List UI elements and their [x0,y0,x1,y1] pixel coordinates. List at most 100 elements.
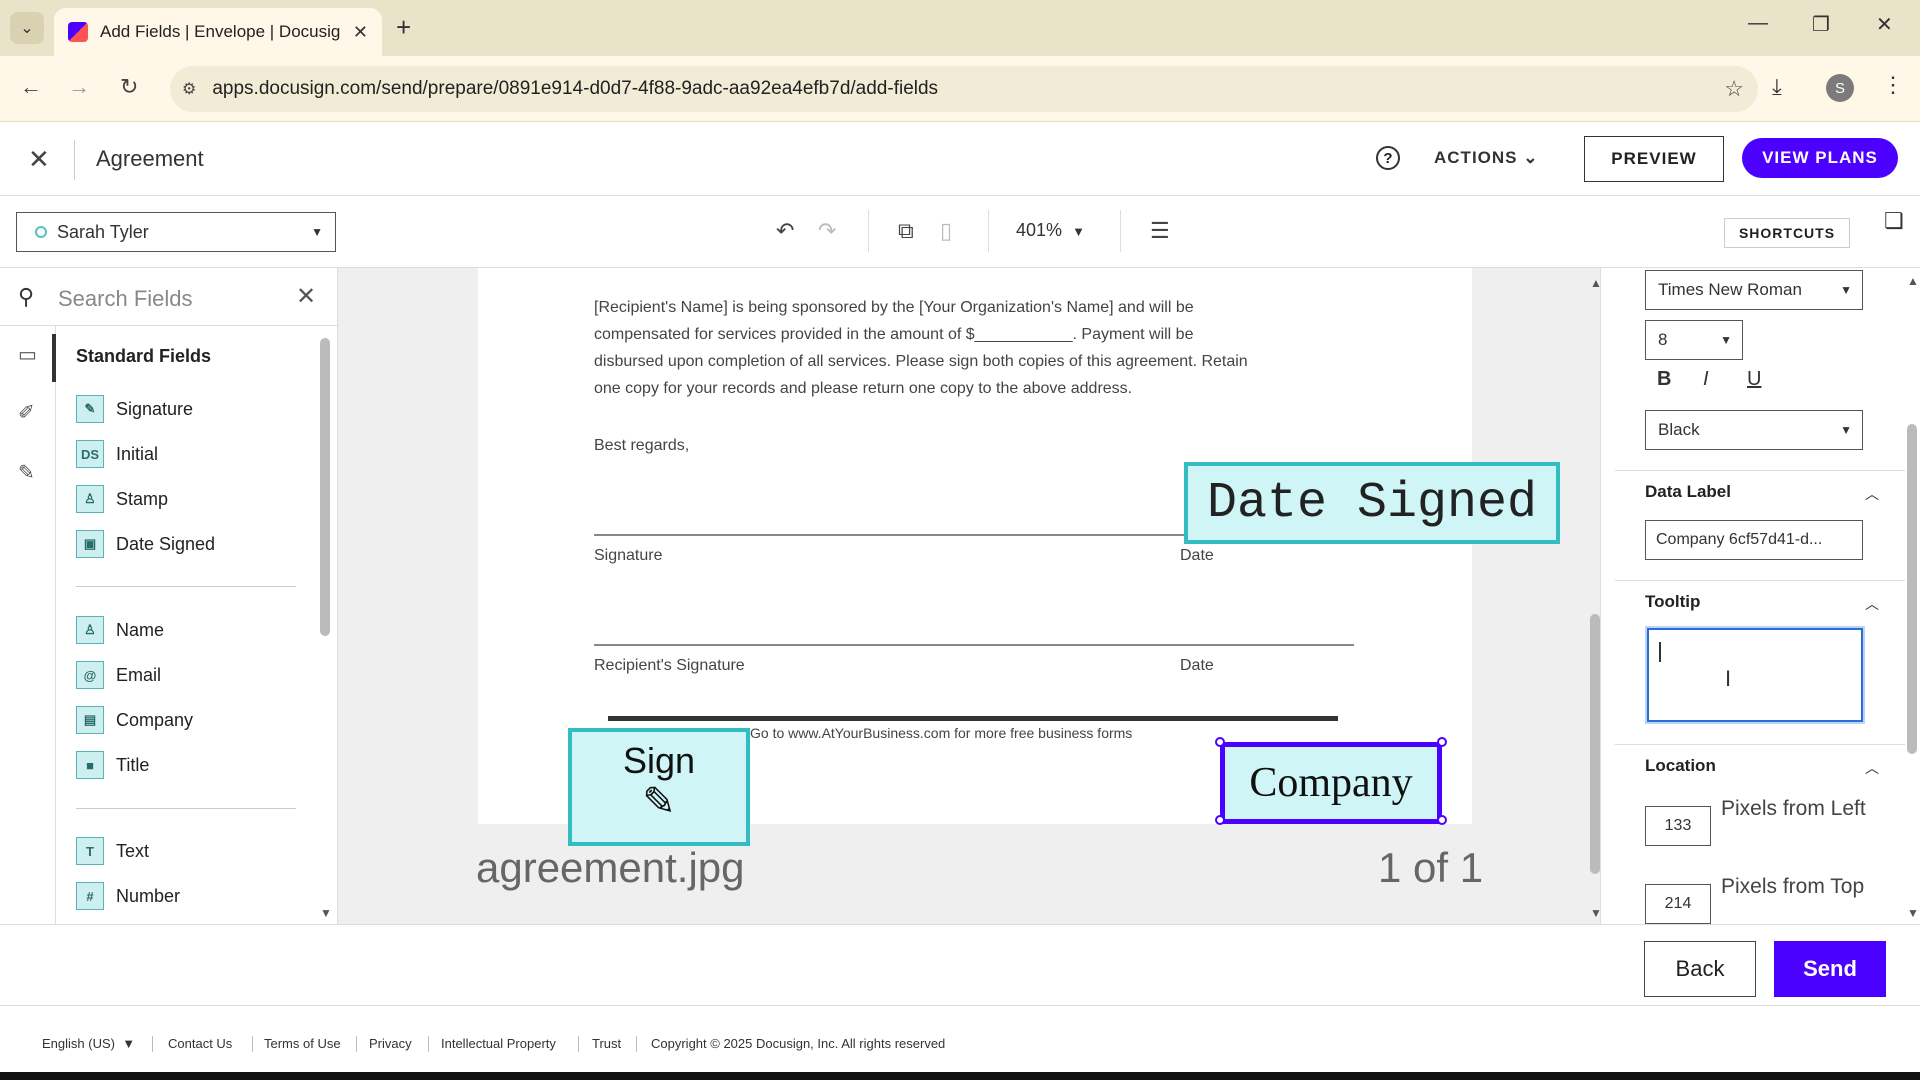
browser-menu-icon[interactable]: ⋮ [1882,72,1904,98]
field-item-number[interactable]: # Number [76,881,180,911]
field-item-name[interactable]: ♙ Name [76,615,164,645]
back-button[interactable]: Back [1644,941,1756,997]
redo-icon[interactable]: ↷ [818,218,836,244]
trust-link[interactable]: Trust [592,1036,621,1051]
restore-icon[interactable]: ❐ [1812,12,1830,37]
scroll-up-arrow[interactable]: ▲ [1907,274,1919,288]
new-tab-button[interactable]: + [396,12,411,43]
address-bar[interactable]: ⚙ apps.docusign.com/send/prepare/0891e91… [170,66,1758,112]
scroll-down-arrow[interactable]: ▼ [1907,906,1919,920]
close-tab-icon[interactable]: ✕ [353,22,368,43]
terms-link[interactable]: Terms of Use [264,1036,341,1051]
toolbar-divider [868,210,869,252]
company-field-selected[interactable]: Company [1220,742,1442,824]
tab-search-button[interactable]: ⌄ [10,12,44,44]
date-label: Date [1180,657,1214,674]
close-icon[interactable]: ✕ [28,144,50,175]
download-icon[interactable]: ⤓ [1772,74,1782,100]
browser-tab-strip: ⌄ Add Fields | Envelope | Docusig ✕ + — … [0,0,1920,56]
undo-icon[interactable]: ↶ [776,218,794,244]
scroll-down-arrow[interactable]: ▼ [320,906,332,920]
url-text[interactable]: apps.docusign.com/send/prepare/0891e914-… [212,78,938,100]
font-value: Times New Roman [1658,280,1802,299]
field-group-divider [76,586,296,587]
resize-handle[interactable] [1437,815,1447,825]
underline-icon[interactable]: U [1747,368,1761,391]
help-icon[interactable]: ? [1376,146,1400,170]
paragraph-line: one copy for your records and please ret… [594,380,1133,397]
color-select[interactable]: Black ▼ [1645,410,1863,450]
comments-icon[interactable]: ☰ [1150,218,1170,244]
font-select[interactable]: Times New Roman ▼ [1645,270,1863,310]
actions-menu[interactable]: ACTIONS ⌄ [1434,148,1538,168]
copyright-text: Copyright © 2025 Docusign, Inc. All righ… [651,1036,946,1051]
field-item-stamp[interactable]: ♙ Stamp [76,484,168,514]
field-item-initial[interactable]: DS Initial [76,439,158,469]
resize-handle[interactable] [1215,815,1225,825]
zoom-select[interactable]: 401% ▼ [1016,220,1085,241]
font-size-select[interactable]: 8 ▼ [1645,320,1743,360]
header-divider [74,140,75,180]
data-label-input[interactable]: Company 6cf57d41-d... [1645,520,1863,560]
copy-icon[interactable]: ⧉ [898,218,914,244]
scroll-down-arrow[interactable]: ▼ [1590,906,1600,920]
field-label: Name [116,619,165,640]
ip-link[interactable]: Intellectual Property [441,1036,556,1051]
chevron-up-icon[interactable]: ︿ [1865,484,1879,504]
bold-icon[interactable]: B [1657,368,1671,391]
site-info-icon[interactable]: ⚙ [182,79,196,99]
pixels-from-left-input[interactable]: 133 [1645,806,1711,846]
document-paragraph: [Recipient's Name] is being sponsored by… [594,294,1354,402]
chevron-up-icon[interactable]: ︿ [1865,758,1879,778]
properties-scrollbar[interactable] [1907,424,1917,754]
reload-icon[interactable]: ↻ [120,74,138,100]
text-icon: T [76,837,104,865]
location-heading: Location [1645,756,1716,775]
canvas-scrollbar[interactable] [1590,614,1600,874]
standard-fields-icon[interactable]: ▭ [18,342,37,367]
tooltip-textarea[interactable]: I [1647,628,1863,722]
search-input[interactable]: Search Fields [58,286,193,312]
forward-arrow-icon[interactable]: → [68,74,90,100]
field-list-scrollbar[interactable] [320,338,330,636]
pages-panel-icon[interactable]: ❏ [1884,208,1904,234]
field-item-date-signed[interactable]: ▣ Date Signed [76,529,215,559]
document-canvas: [Recipient's Name] is being sponsored by… [338,268,1600,924]
field-item-company[interactable]: ▤ Company [76,705,193,735]
field-item-text[interactable]: T Text [76,836,149,866]
view-plans-button[interactable]: VIEW PLANS [1742,138,1898,178]
custom-fields-icon[interactable]: ✐ [18,400,35,425]
privacy-link[interactable]: Privacy [369,1036,412,1051]
resize-handle[interactable] [1437,737,1447,747]
minimize-icon[interactable]: — [1748,12,1768,35]
pixels-from-top-input[interactable]: 214 [1645,884,1711,924]
field-item-email[interactable]: @ Email [76,660,161,690]
preview-button[interactable]: PREVIEW [1584,136,1724,182]
clear-search-icon[interactable]: ✕ [296,282,316,311]
footer-divider [636,1036,637,1052]
back-arrow-icon[interactable]: ← [20,74,42,100]
send-button[interactable]: Send [1774,941,1886,997]
field-item-signature[interactable]: ✎ Signature [76,394,193,424]
shortcuts-button[interactable]: SHORTCUTS [1724,218,1850,248]
bookmark-star-icon[interactable]: ☆ [1724,76,1744,102]
language-select[interactable]: English (US) ▼ [42,1036,135,1051]
zoom-value: 401% [1016,220,1063,240]
field-item-title[interactable]: ■ Title [76,750,149,780]
italic-icon[interactable]: I [1703,368,1709,391]
scroll-up-arrow[interactable]: ▲ [1590,276,1600,290]
chevron-up-icon[interactable]: ︿ [1865,594,1879,614]
field-label: Text [116,840,150,861]
edit-icon[interactable]: ✎ [18,460,35,485]
browser-tab[interactable]: Add Fields | Envelope | Docusig ✕ [54,8,382,56]
contact-us-link[interactable]: Contact Us [168,1036,232,1051]
window-close-icon[interactable]: ✕ [1876,12,1893,37]
resize-handle[interactable] [1215,737,1225,747]
panel-rail: ▭ ✐ ✎ [0,326,56,924]
paste-icon[interactable]: ▯ [940,218,952,244]
date-signed-field[interactable]: Date Signed [1184,462,1560,544]
signature-field[interactable]: Sign ✎ [568,728,750,846]
profile-avatar[interactable]: S [1826,74,1854,102]
person-icon: ♙ [76,616,104,644]
recipient-select[interactable]: Sarah Tyler ▼ [16,212,336,252]
